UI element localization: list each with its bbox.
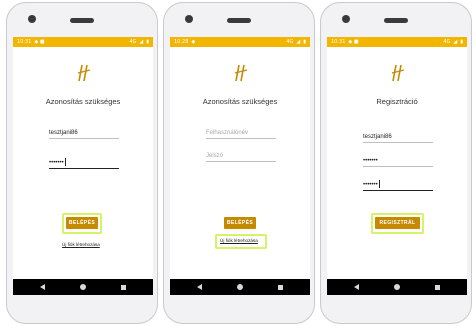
screen-title: Azonosítás szükséges <box>45 97 121 106</box>
phone-frame-login-filled: 10:31 ◆ ■ 4G ◢ ▮ Azonosítás szükséges te… <box>6 2 158 324</box>
phone-frame-register: 10:31 ◆ ■ 4G ◢ ▮ Regisztráció tesztjani8… <box>320 2 472 324</box>
notification-icon: ◆ ■ <box>348 39 359 45</box>
username-value: tesztjani86 <box>363 134 392 140</box>
battery-icon: ▮ <box>460 39 463 45</box>
register-button[interactable]: REGISZTRÁL <box>375 217 420 229</box>
password-value: ••••••• <box>49 160 64 166</box>
status-time: 10:28 <box>174 39 189 45</box>
screen: 10:28 ◆ 4G ◢ ▮ Azonosítás szükséges Felh… <box>170 37 310 295</box>
password-value: ••••••• <box>363 158 378 164</box>
front-camera <box>342 15 350 23</box>
create-account-link[interactable]: Új fiók létrehozása <box>220 238 258 243</box>
username-field[interactable]: Felhasználónév <box>206 127 276 139</box>
earpiece-speaker <box>227 18 251 23</box>
front-camera <box>185 15 193 23</box>
phone-frame-login-empty: 10:28 ◆ 4G ◢ ▮ Azonosítás szükséges Felh… <box>163 2 315 324</box>
recent-apps-icon[interactable] <box>120 284 126 290</box>
home-icon[interactable] <box>79 284 86 290</box>
password-confirm-field[interactable]: ••••••• <box>363 179 433 191</box>
text-caret <box>378 180 380 188</box>
status-bar: 10:31 ◆ ■ 4G ◢ ▮ <box>327 37 467 47</box>
signal-icon: ◢ <box>296 39 301 45</box>
status-bar: 10:28 ◆ 4G ◢ ▮ <box>170 37 310 47</box>
back-icon[interactable] <box>354 284 360 290</box>
app-logo-icon <box>391 64 405 82</box>
app-logo-icon <box>234 64 248 82</box>
recent-apps-icon[interactable] <box>434 284 440 290</box>
recent-apps-icon[interactable] <box>277 284 283 290</box>
text-caret <box>64 158 66 166</box>
battery-icon: ▮ <box>146 39 149 45</box>
screen-title: Regisztráció <box>376 97 418 106</box>
password-field[interactable]: ••••••• <box>49 157 119 169</box>
username-placeholder: Felhasználónév <box>206 130 249 136</box>
notification-icon: ◆ ■ <box>34 39 45 45</box>
password-confirm-value: ••••••• <box>363 182 378 188</box>
network-label: 4G <box>286 39 294 45</box>
username-value: tesztjani86 <box>49 130 78 136</box>
network-label: 4G <box>129 39 137 45</box>
signal-icon: ◢ <box>453 39 458 45</box>
android-nav-bar <box>327 279 467 295</box>
username-field[interactable]: tesztjani86 <box>363 131 433 143</box>
earpiece-speaker <box>384 18 408 23</box>
app-logo-icon <box>77 64 91 82</box>
password-field[interactable]: ••••••• <box>363 155 433 167</box>
login-button[interactable]: BELÉPÉS <box>224 217 256 229</box>
screen: 10:31 ◆ ■ 4G ◢ ▮ Azonosítás szükséges te… <box>13 37 153 295</box>
status-time: 10:31 <box>17 39 32 45</box>
back-icon[interactable] <box>197 284 203 290</box>
password-field[interactable]: Jelszó <box>206 150 276 162</box>
signal-icon: ◢ <box>139 39 144 45</box>
notification-icon: ◆ <box>191 39 196 45</box>
status-time: 10:31 <box>331 39 346 45</box>
screen-title: Azonosítás szükséges <box>202 97 278 106</box>
create-account-link[interactable]: Új fiók létrehozása <box>62 242 100 247</box>
screen: 10:31 ◆ ■ 4G ◢ ▮ Regisztráció tesztjani8… <box>327 37 467 295</box>
username-field[interactable]: tesztjani86 <box>49 127 119 139</box>
earpiece-speaker <box>70 18 94 23</box>
network-label: 4G <box>443 39 451 45</box>
status-bar: 10:31 ◆ ■ 4G ◢ ▮ <box>13 37 153 47</box>
battery-icon: ▮ <box>303 39 306 45</box>
home-icon[interactable] <box>393 284 400 290</box>
home-icon[interactable] <box>236 284 243 290</box>
login-button[interactable]: BELÉPÉS <box>66 217 98 229</box>
android-nav-bar <box>13 279 153 295</box>
back-icon[interactable] <box>40 284 46 290</box>
password-placeholder: Jelszó <box>206 153 224 159</box>
front-camera <box>28 15 36 23</box>
android-nav-bar <box>170 279 310 295</box>
